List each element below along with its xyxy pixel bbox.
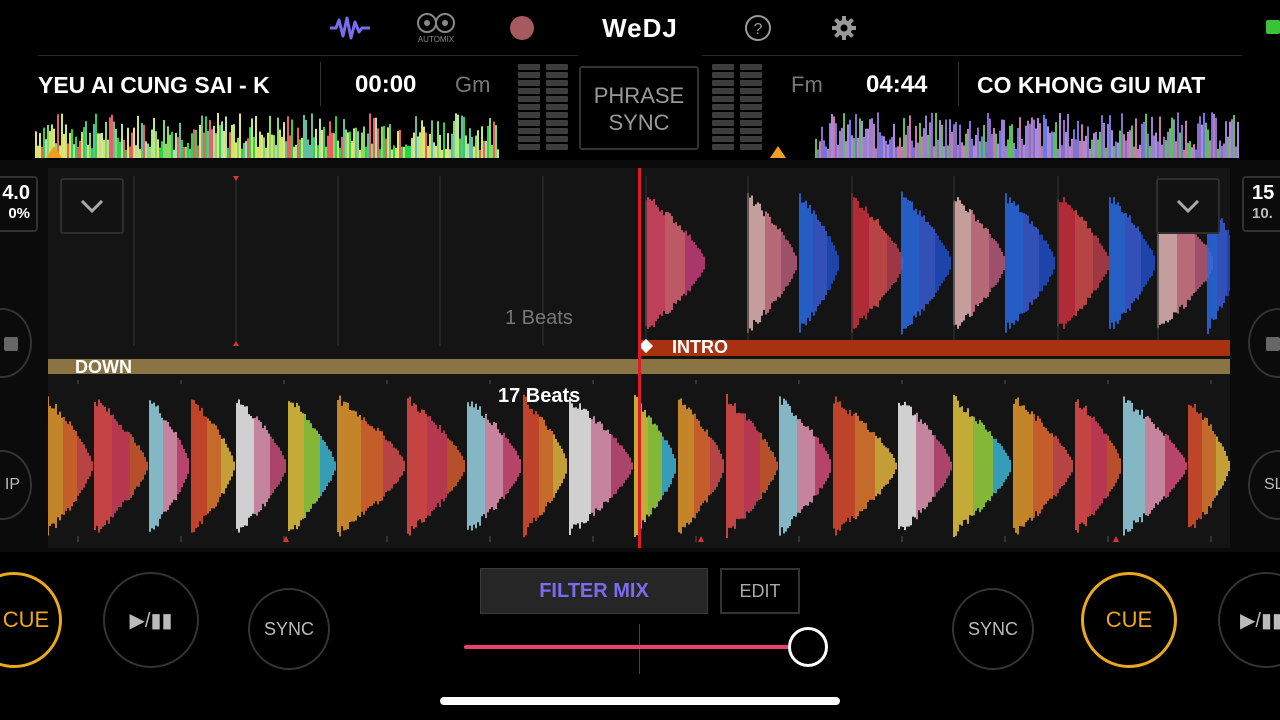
- divider: [38, 55, 578, 56]
- left-play-pause-button[interactable]: ▶/▮▮: [103, 572, 199, 668]
- left-bpm-display[interactable]: 4.0 0%: [0, 176, 38, 232]
- crossfader-center-line: [639, 624, 640, 674]
- phrase-sync-label-1: PHRASE: [593, 83, 685, 108]
- left-pitch-value: 0%: [8, 205, 30, 222]
- svg-text:?: ?: [754, 21, 763, 38]
- right-play-pause-button[interactable]: ▶/▮▮: [1218, 572, 1280, 668]
- right-track-time: 04:44: [866, 71, 928, 98]
- intro-phrase-label: INTRO: [672, 337, 728, 357]
- right-sync-button[interactable]: SYNC: [952, 588, 1034, 670]
- record-icon: [510, 16, 534, 40]
- left-level-meter: [518, 64, 540, 152]
- right-overview-waveform[interactable]: [770, 108, 1242, 158]
- upper-beats-label: 1 Beats: [505, 307, 573, 329]
- battery-icon: [1266, 20, 1280, 34]
- left-overview-waveform[interactable]: [34, 108, 504, 158]
- left-cue-button[interactable]: CUE: [0, 572, 62, 668]
- edit-button[interactable]: EDIT: [720, 568, 800, 614]
- phrase-sync-button[interactable]: PHRASE SYNC: [579, 66, 699, 150]
- left-track-title[interactable]: YEU AI CUNG SAI - K: [38, 70, 302, 100]
- left-track-key: Gm: [455, 72, 491, 97]
- right-cue-button[interactable]: CUE: [1081, 572, 1177, 668]
- left-sync-button[interactable]: SYNC: [248, 588, 330, 670]
- automix-button[interactable]: AUTOMIX: [416, 10, 456, 46]
- gear-icon: [832, 16, 856, 40]
- left-level-meter: [546, 64, 568, 152]
- down-phrase-label: DOWN: [75, 357, 132, 377]
- right-track-key: Fm: [791, 72, 823, 97]
- play-pause-icon: ▶/▮▮: [129, 609, 173, 632]
- right-collapse-button[interactable]: [1156, 178, 1220, 234]
- right-bpm-display[interactable]: 15 10.: [1242, 176, 1280, 232]
- playhead: [638, 168, 641, 548]
- help-button[interactable]: ?: [738, 10, 778, 46]
- left-track-time: 00:00: [355, 71, 417, 98]
- right-level-meter: [712, 64, 734, 152]
- divider: [702, 55, 1242, 56]
- right-track-title[interactable]: CO KHONG GIU MAT: [977, 70, 1239, 100]
- left-collapse-button[interactable]: [60, 178, 124, 234]
- home-indicator[interactable]: [440, 697, 840, 705]
- app-brand: WeDJ: [602, 13, 678, 43]
- automix-label: AUTOMIX: [417, 35, 455, 44]
- right-pitch-value: 10.: [1252, 205, 1273, 222]
- record-button[interactable]: [502, 10, 542, 46]
- settings-button[interactable]: [824, 10, 864, 46]
- chevron-down-icon: [1176, 199, 1200, 213]
- phrase-sync-label-2: SYNC: [608, 110, 670, 135]
- divider: [320, 62, 321, 106]
- help-icon: ?: [745, 15, 771, 41]
- waveform-icon[interactable]: [330, 10, 370, 46]
- right-level-meter: [740, 64, 762, 152]
- lower-beats-label: 17 Beats: [498, 385, 581, 407]
- play-pause-icon: ▶/▮▮: [1240, 609, 1280, 632]
- right-bpm-value: 15: [1252, 182, 1275, 204]
- automix-icon: [417, 13, 455, 33]
- crossfader-track: [464, 645, 810, 649]
- divider: [958, 62, 959, 106]
- intro-phrase-bar: [640, 340, 1230, 356]
- filter-mix-button[interactable]: FILTER MIX: [480, 568, 708, 614]
- left-bpm-value: 4.0: [2, 182, 30, 204]
- chevron-down-icon: [80, 199, 104, 213]
- crossfader-knob[interactable]: [788, 627, 828, 667]
